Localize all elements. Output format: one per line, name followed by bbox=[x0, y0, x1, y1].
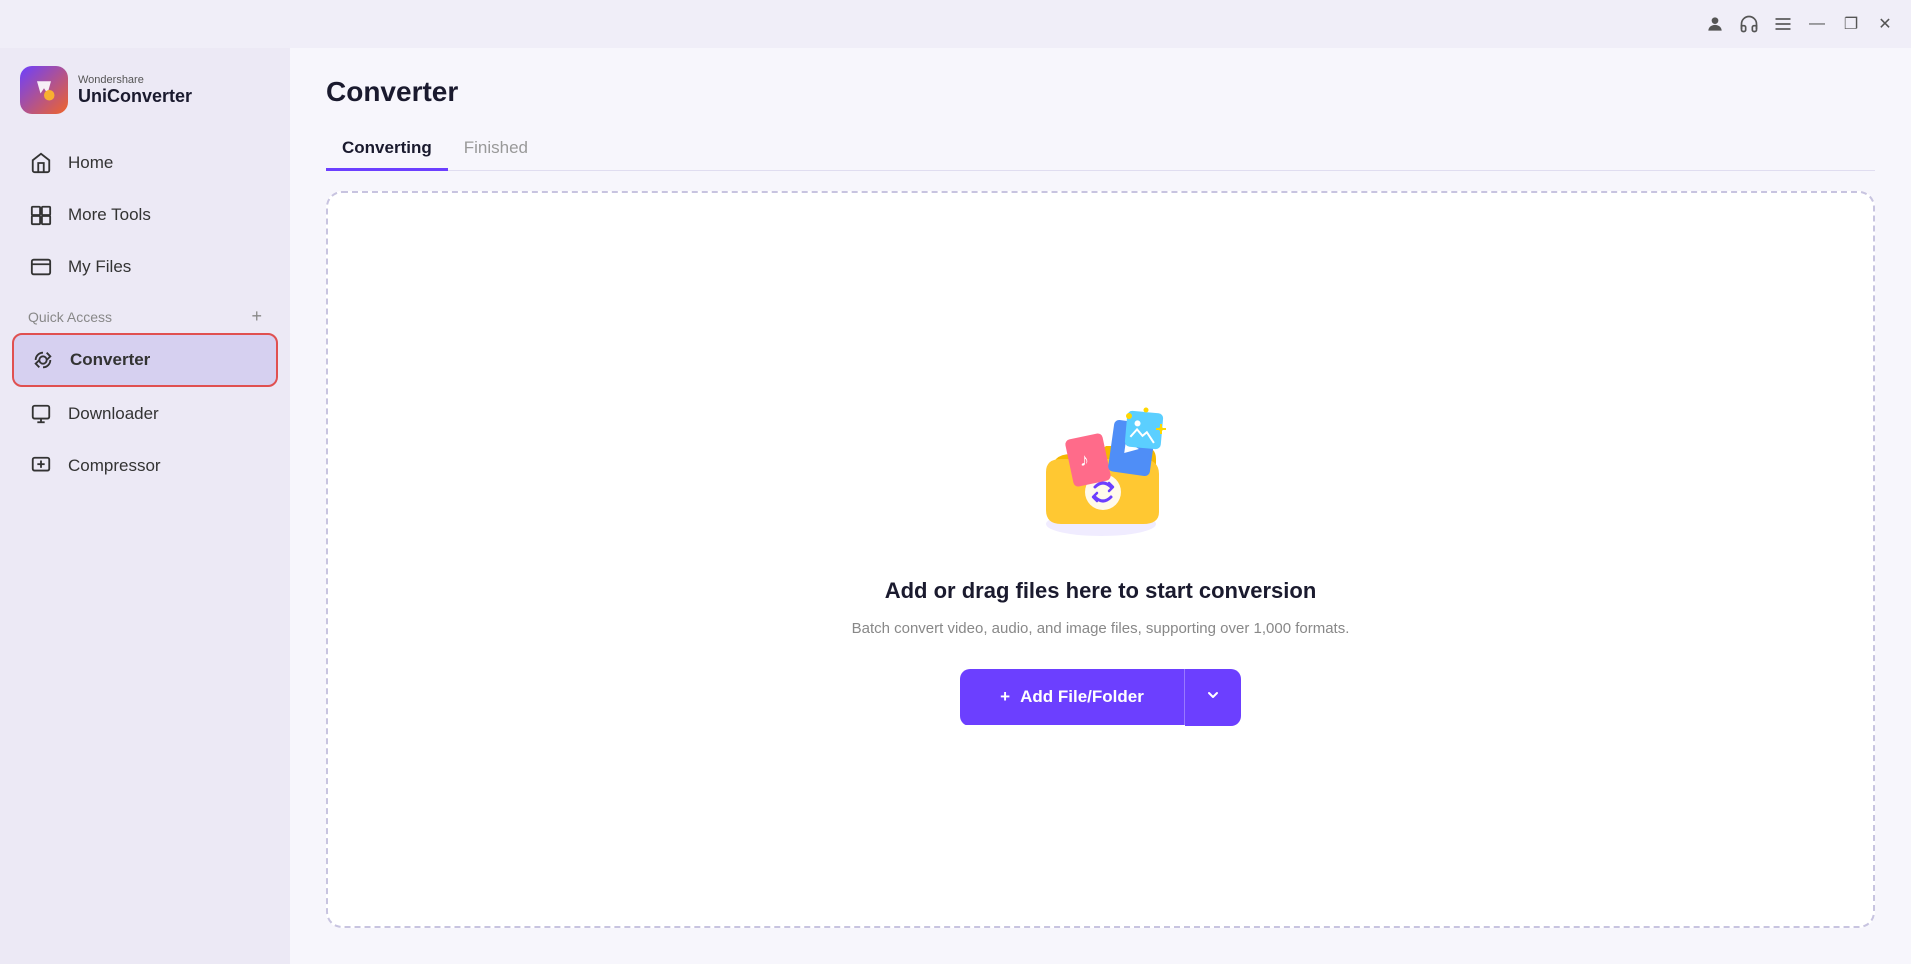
tab-finished[interactable]: Finished bbox=[448, 128, 544, 171]
window-controls: — ❐ ✕ bbox=[1705, 14, 1895, 34]
tab-converting[interactable]: Converting bbox=[326, 128, 448, 171]
logo-product: UniConverter bbox=[78, 86, 192, 107]
sidebar-logo: Wondershare UniConverter bbox=[0, 48, 290, 138]
sidebar-item-more-tools[interactable]: More Tools bbox=[12, 190, 278, 240]
sidebar-item-downloader[interactable]: Downloader bbox=[12, 389, 278, 439]
chevron-down-icon bbox=[1205, 687, 1221, 708]
sidebar-item-label: Converter bbox=[70, 350, 150, 370]
logo-text: Wondershare UniConverter bbox=[78, 74, 192, 107]
sidebar-item-label: More Tools bbox=[68, 205, 151, 225]
page-header: Converter bbox=[290, 48, 1911, 128]
converter-icon bbox=[30, 347, 56, 373]
main-content: Converter Converting Finished bbox=[290, 48, 1911, 964]
title-bar: — ❐ ✕ bbox=[0, 0, 1911, 48]
quick-access-label: Quick Access bbox=[28, 309, 112, 325]
quick-access-header: Quick Access + bbox=[0, 292, 290, 333]
minimize-button[interactable]: — bbox=[1807, 14, 1827, 34]
sidebar-item-compressor[interactable]: Compressor bbox=[12, 441, 278, 491]
sidebar-item-label: Home bbox=[68, 153, 113, 173]
user-icon[interactable] bbox=[1705, 14, 1725, 34]
my-files-icon bbox=[28, 254, 54, 280]
sidebar: Wondershare UniConverter Home bbox=[0, 48, 290, 964]
menu-icon[interactable] bbox=[1773, 14, 1793, 34]
quick-access-add[interactable]: + bbox=[251, 306, 262, 327]
drop-zone[interactable]: ♪ bbox=[326, 191, 1875, 928]
maximize-button[interactable]: ❐ bbox=[1841, 14, 1861, 34]
sidebar-item-converter[interactable]: Converter bbox=[12, 333, 278, 387]
tab-bar: Converting Finished bbox=[326, 128, 1875, 171]
converter-illustration: ♪ bbox=[1021, 394, 1181, 554]
close-button[interactable]: ✕ bbox=[1875, 14, 1895, 34]
downloader-icon bbox=[28, 401, 54, 427]
app-layout: Wondershare UniConverter Home bbox=[0, 48, 1911, 964]
compressor-icon bbox=[28, 453, 54, 479]
plus-icon: + bbox=[1000, 687, 1010, 707]
headphone-icon[interactable] bbox=[1739, 14, 1759, 34]
sidebar-item-home[interactable]: Home bbox=[12, 138, 278, 188]
sidebar-item-label: Compressor bbox=[68, 456, 161, 476]
add-file-dropdown-button[interactable] bbox=[1185, 669, 1241, 726]
page-title: Converter bbox=[326, 76, 1875, 108]
sidebar-nav: Home More Tools My Fil bbox=[0, 138, 290, 292]
logo-brand: Wondershare bbox=[78, 74, 192, 86]
logo-icon bbox=[20, 66, 68, 114]
sidebar-item-label: My Files bbox=[68, 257, 131, 277]
drop-zone-title: Add or drag files here to start conversi… bbox=[885, 578, 1317, 604]
sidebar-item-my-files[interactable]: My Files bbox=[12, 242, 278, 292]
svg-text:♪: ♪ bbox=[1080, 450, 1089, 470]
drop-zone-container: ♪ bbox=[290, 171, 1911, 964]
sidebar-item-label: Downloader bbox=[68, 404, 159, 424]
home-icon bbox=[28, 150, 54, 176]
more-tools-icon bbox=[28, 202, 54, 228]
drop-zone-subtitle: Batch convert video, audio, and image fi… bbox=[852, 620, 1350, 637]
add-file-label: Add File/Folder bbox=[1020, 687, 1144, 707]
add-file-button-group: + Add File/Folder bbox=[960, 669, 1241, 726]
add-file-button[interactable]: + Add File/Folder bbox=[960, 669, 1185, 725]
quick-access-nav: Converter Downloader bbox=[0, 333, 290, 491]
